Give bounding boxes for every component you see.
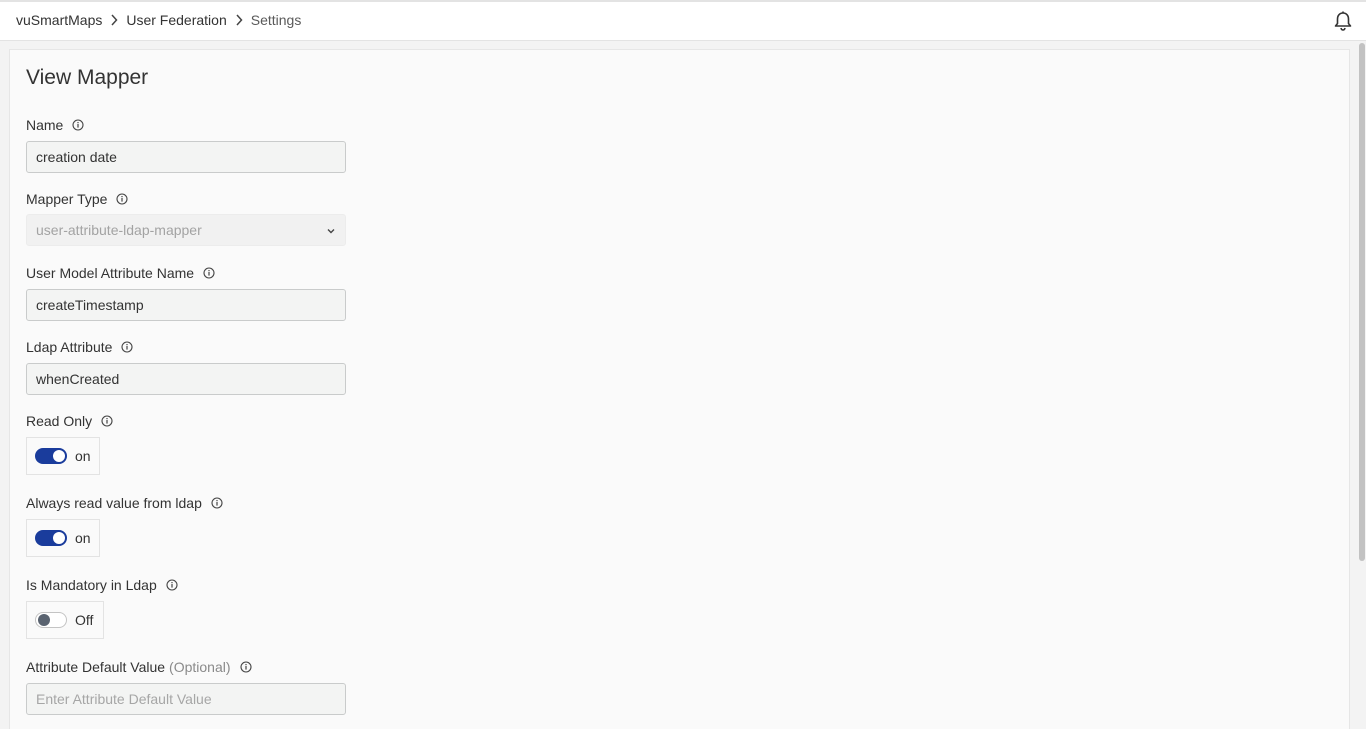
always-read-toggle[interactable] [35,530,67,546]
mapper-type-label-text: Mapper Type [26,191,108,207]
mandatory-toggle[interactable] [35,612,67,628]
info-icon[interactable] [101,415,113,427]
read-only-toggle-box: on [26,437,100,475]
read-only-label-text: Read Only [26,413,93,429]
always-read-label: Always read value from ldap [26,495,223,511]
info-icon[interactable] [203,267,215,279]
info-icon[interactable] [211,497,223,509]
default-value-label: Attribute Default Value (Optional) [26,659,252,675]
user-model-attribute-field[interactable]: createTimestamp [26,289,346,321]
name-label-text: Name [26,117,64,133]
mapper-card: View Mapper Name creation date Mapper Ty… [9,49,1350,729]
user-model-attribute-label-text: User Model Attribute Name [26,265,195,281]
info-icon[interactable] [72,119,84,131]
toggle-knob [38,614,50,626]
optional-hint: (Optional) [169,659,231,675]
mandatory-label-text: Is Mandatory in Ldap [26,577,157,593]
info-icon[interactable] [239,661,252,673]
read-only-toggle[interactable] [35,448,67,464]
breadcrumb: vuSmartMaps User Federation Settings [16,12,301,28]
name-field[interactable]: creation date [26,141,346,173]
page-scrollbar[interactable] [1358,41,1366,729]
mandatory-state: Off [75,612,94,628]
chevron-down-icon [326,222,336,238]
ldap-attribute-label-text: Ldap Attribute [26,339,113,355]
default-value-label-text: Attribute Default Value [26,659,166,675]
page-title: View Mapper [26,66,149,89]
always-read-state: on [75,530,91,546]
chevron-right-icon [102,12,126,28]
mapper-type-label: Mapper Type [26,191,129,207]
mapper-type-value: user-attribute-ldap-mapper [36,222,202,238]
ldap-attribute-field[interactable]: whenCreated [26,363,346,395]
always-read-label-text: Always read value from ldap [26,495,202,511]
scrollbar-thumb[interactable] [1359,43,1365,561]
user-model-attribute-label: User Model Attribute Name [26,265,215,281]
default-value-input[interactable] [26,683,346,715]
bell-icon[interactable] [1332,10,1354,32]
mapper-type-select[interactable]: user-attribute-ldap-mapper [26,214,346,246]
breadcrumb-item-user-federation[interactable]: User Federation [126,12,226,28]
chevron-right-icon [227,12,251,28]
mandatory-label: Is Mandatory in Ldap [26,577,178,593]
toggle-knob [53,532,65,544]
info-icon[interactable] [121,341,133,353]
read-only-state: on [75,448,91,464]
always-read-toggle-box: on [26,519,100,557]
ldap-attribute-label: Ldap Attribute [26,339,133,355]
breadcrumb-item-settings: Settings [250,12,302,28]
name-label: Name [26,117,84,133]
read-only-label: Read Only [26,413,113,429]
mandatory-toggle-box: Off [26,601,104,639]
top-bar: vuSmartMaps User Federation Settings [0,0,1366,41]
breadcrumb-item-vusmartmaps[interactable]: vuSmartMaps [16,12,102,28]
toggle-knob [53,450,65,462]
info-icon[interactable] [116,193,129,205]
info-icon[interactable] [166,579,178,591]
